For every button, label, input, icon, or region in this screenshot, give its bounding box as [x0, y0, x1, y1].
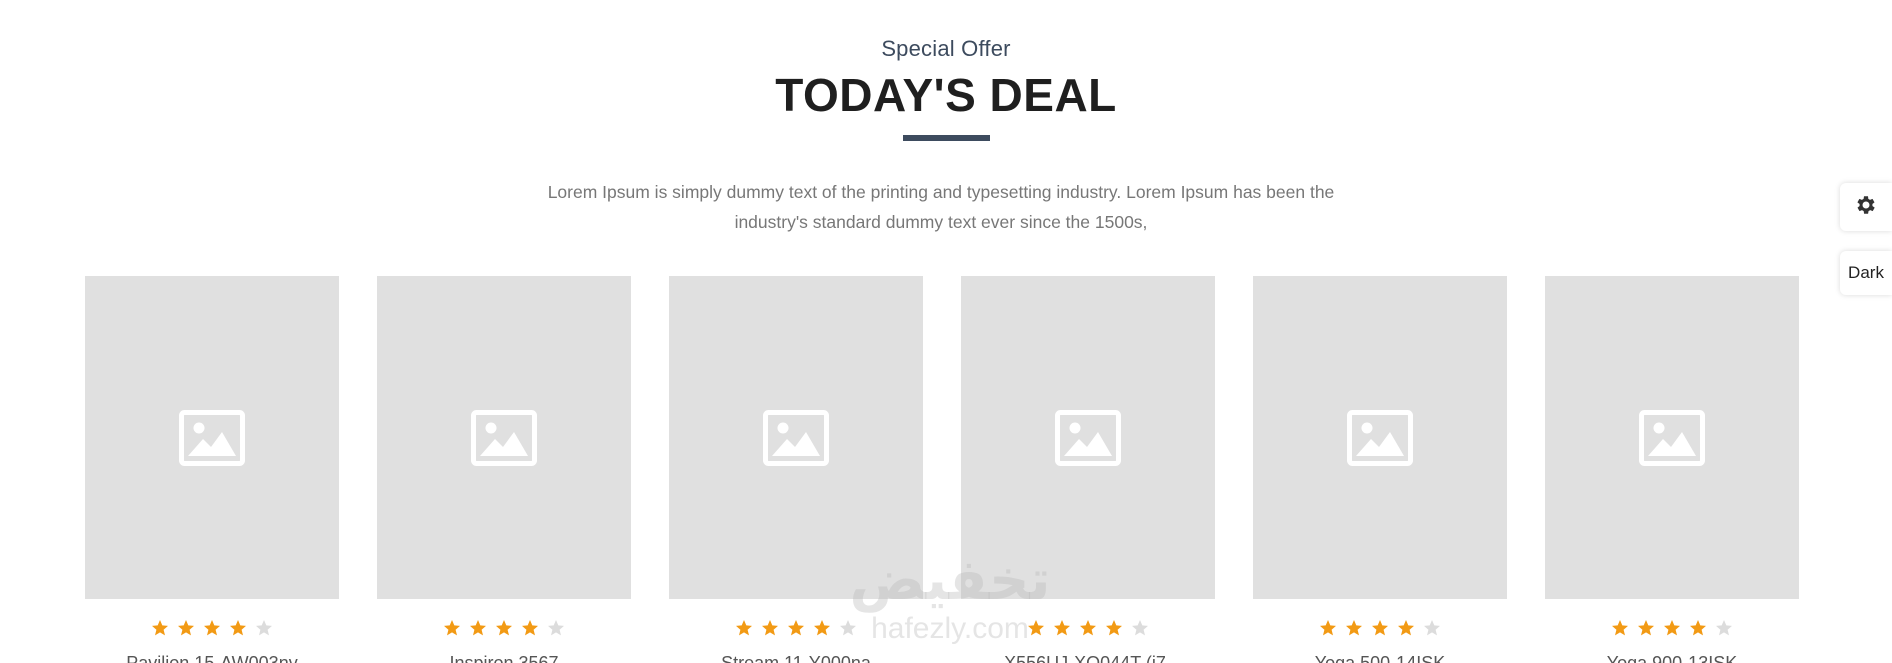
star-empty-icon [1423, 619, 1441, 637]
star-filled-icon [495, 619, 513, 637]
product-image-placeholder[interactable] [85, 276, 339, 599]
image-placeholder-icon [763, 409, 829, 466]
product-image-placeholder[interactable] [1545, 276, 1799, 599]
section-header: Special Offer TODAY'S DEAL [0, 36, 1892, 141]
star-filled-icon [787, 619, 805, 637]
image-placeholder-icon [179, 409, 245, 466]
product-card[interactable]: Pavilion 15-AW003nv [85, 276, 339, 663]
rating-stars [1253, 619, 1507, 641]
product-image-placeholder[interactable] [1253, 276, 1507, 599]
star-filled-icon [469, 619, 487, 637]
star-filled-icon [813, 619, 831, 637]
star-filled-icon [761, 619, 779, 637]
star-empty-icon [547, 619, 565, 637]
product-image-placeholder[interactable] [669, 276, 923, 599]
rating-stars [85, 619, 339, 641]
star-empty-icon [1715, 619, 1733, 637]
star-filled-icon [1105, 619, 1123, 637]
star-filled-icon [521, 619, 539, 637]
star-filled-icon [735, 619, 753, 637]
product-list: Pavilion 15-AW003nv Inspiron 3567 Stream… [85, 276, 1799, 663]
star-filled-icon [1371, 619, 1389, 637]
product-image-placeholder[interactable] [961, 276, 1215, 599]
star-empty-icon [255, 619, 273, 637]
star-filled-icon [1345, 619, 1363, 637]
title-underline [902, 135, 990, 141]
star-filled-icon [229, 619, 247, 637]
settings-button[interactable] [1840, 183, 1892, 231]
product-card[interactable]: Yoga 900-13ISK [1545, 276, 1799, 663]
dark-mode-toggle[interactable]: Dark [1840, 251, 1892, 295]
star-filled-icon [203, 619, 221, 637]
star-filled-icon [1689, 619, 1707, 637]
rating-stars [669, 619, 923, 641]
product-card[interactable]: Yoga 500-14ISK [1253, 276, 1507, 663]
image-placeholder-icon [1055, 409, 1121, 466]
star-filled-icon [177, 619, 195, 637]
product-card[interactable]: Inspiron 3567 [377, 276, 631, 663]
star-filled-icon [1027, 619, 1045, 637]
star-filled-icon [1397, 619, 1415, 637]
section-title: TODAY'S DEAL [775, 69, 1117, 121]
star-filled-icon [1319, 619, 1337, 637]
star-empty-icon [1131, 619, 1149, 637]
product-card[interactable]: Stream 11-Y000na [669, 276, 923, 663]
image-placeholder-icon [1347, 409, 1413, 466]
image-placeholder-icon [1639, 409, 1705, 466]
gear-icon [1854, 193, 1878, 222]
star-filled-icon [1637, 619, 1655, 637]
product-name[interactable]: Stream 11-Y000na [669, 653, 923, 663]
star-filled-icon [1611, 619, 1629, 637]
star-filled-icon [1053, 619, 1071, 637]
product-name[interactable]: Yoga 900-13ISK [1545, 653, 1799, 663]
star-filled-icon [1079, 619, 1097, 637]
rating-stars [377, 619, 631, 641]
star-filled-icon [1663, 619, 1681, 637]
section-subtitle: Special Offer [881, 36, 1011, 61]
rating-stars [961, 619, 1215, 641]
star-filled-icon [151, 619, 169, 637]
product-image-placeholder[interactable] [377, 276, 631, 599]
product-name[interactable]: Inspiron 3567 [377, 653, 631, 663]
star-empty-icon [839, 619, 857, 637]
page: Special Offer TODAY'S DEAL Lorem Ipsum i… [0, 0, 1892, 663]
image-placeholder-icon [471, 409, 537, 466]
section-description: Lorem Ipsum is simply dummy text of the … [547, 182, 1335, 232]
rating-stars [1545, 619, 1799, 641]
star-filled-icon [443, 619, 461, 637]
product-name[interactable]: Yoga 500-14ISK [1253, 653, 1507, 663]
product-name[interactable]: X556UJ-XO044T (i7- [961, 653, 1215, 663]
product-card[interactable]: X556UJ-XO044T (i7- [961, 276, 1215, 663]
product-name[interactable]: Pavilion 15-AW003nv [85, 653, 339, 663]
